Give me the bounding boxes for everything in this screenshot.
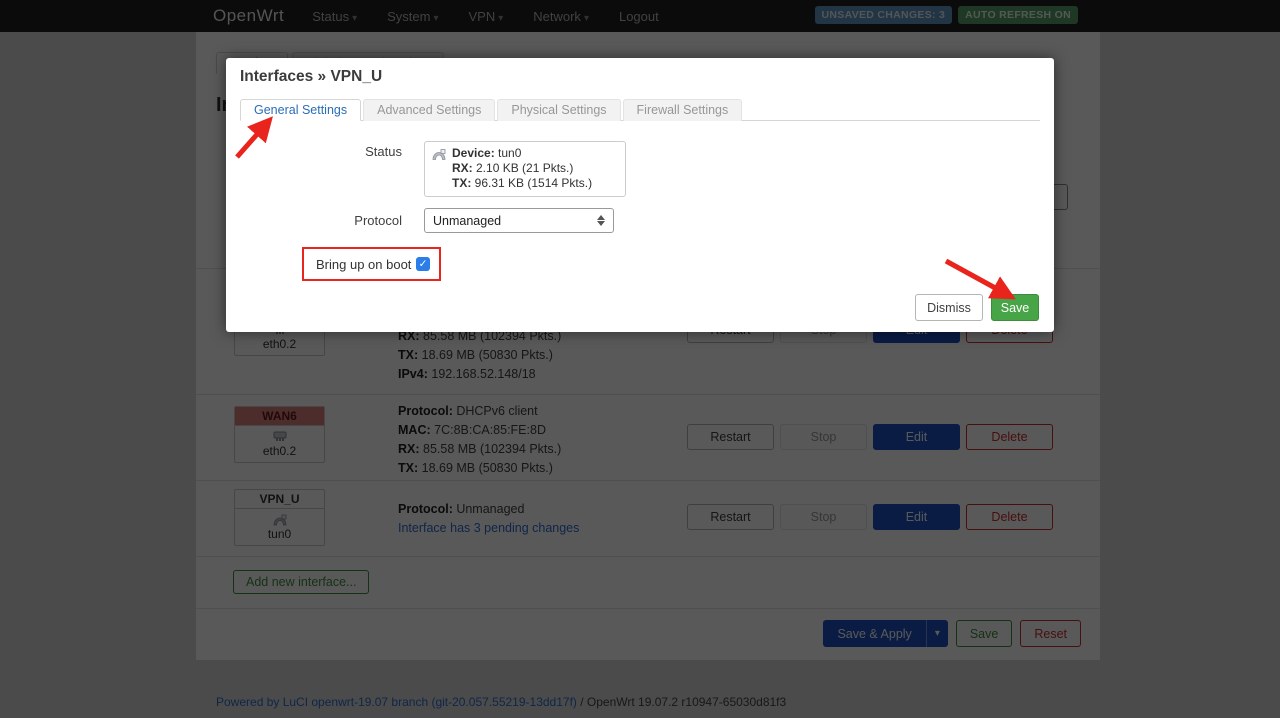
bring-up-on-boot-label: Bring up on boot [316,257,411,272]
tab-general-settings[interactable]: General Settings [240,99,361,121]
dismiss-button[interactable]: Dismiss [915,294,983,321]
protocol-selected-value: Unmanaged [433,214,501,228]
interface-status-box: Device: tun0 RX: 2.10 KB (21 Pkts.) TX: … [424,141,626,197]
status-lines: Device: tun0 RX: 2.10 KB (21 Pkts.) TX: … [452,146,592,191]
protocol-select[interactable]: Unmanaged [424,208,614,233]
protocol-field-label: Protocol [226,213,402,228]
tab-advanced-settings[interactable]: Advanced Settings [363,99,495,121]
interface-edit-modal: Interfaces » VPN_U General Settings Adva… [226,58,1054,332]
openwrt-luci-page: OpenWrt Status▾ System▾ VPN▾ Network▾ Lo… [0,0,1280,718]
modal-title: Interfaces » VPN_U [240,68,382,86]
tab-firewall-settings[interactable]: Firewall Settings [623,99,743,121]
select-arrows-icon [597,215,605,226]
bring-up-on-boot-highlight-box: Bring up on boot ✓ [302,247,441,281]
modal-tabs: General Settings Advanced Settings Physi… [240,99,1040,121]
tunnel-icon [431,147,447,161]
status-field-label: Status [226,144,402,159]
modal-save-button[interactable]: Save [991,294,1039,321]
tab-physical-settings[interactable]: Physical Settings [497,99,620,121]
rx-line: RX: 2.10 KB (21 Pkts.) [452,161,592,176]
bring-up-on-boot-checkbox[interactable]: ✓ [416,257,430,271]
device-line: Device: tun0 [452,146,592,161]
tx-line: TX: 96.31 KB (1514 Pkts.) [452,176,592,191]
